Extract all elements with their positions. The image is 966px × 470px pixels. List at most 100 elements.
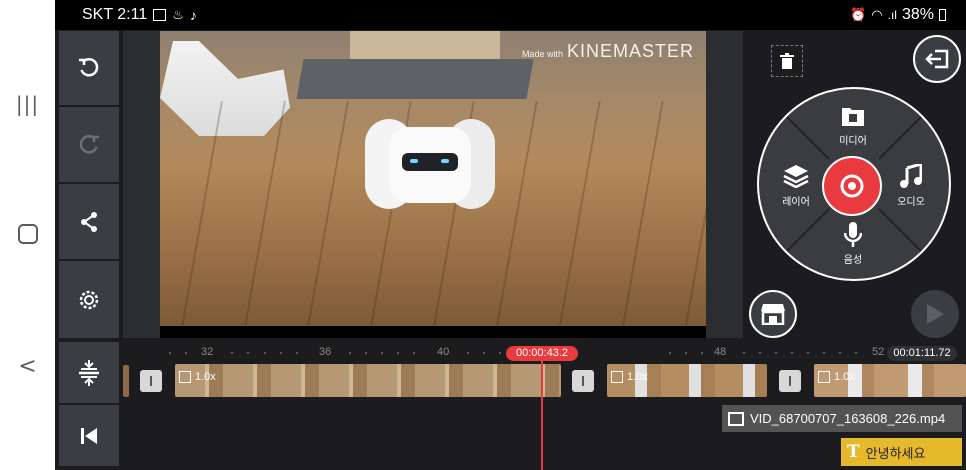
record-button[interactable]: [822, 156, 882, 216]
clip-speed-text: 1.0x: [627, 371, 648, 383]
battery-icon: [939, 9, 946, 21]
ruler-dot: [483, 352, 485, 354]
ruler-dot: [499, 352, 501, 354]
watermark-brand: KINEMASTER: [566, 41, 694, 61]
skip-to-start-button[interactable]: [59, 405, 119, 466]
settings-icon: [79, 290, 99, 309]
ruler-dot: [669, 352, 671, 354]
clip-speed-text: 1.0x: [834, 371, 855, 383]
tiktok-notification-icon: ♪: [189, 7, 197, 23]
undo-icon: [79, 58, 99, 77]
expand-icon: [79, 359, 99, 386]
text-icon: T: [847, 442, 860, 462]
media-icon: [842, 108, 864, 126]
ruler-dot: [413, 352, 415, 354]
exit-button[interactable]: [913, 35, 961, 83]
ruler-tick: 40: [437, 346, 450, 358]
video-preview[interactable]: Made with KINEMASTER: [160, 31, 706, 326]
ruler-tick: 52: [872, 346, 885, 358]
video-clip[interactable]: 1.0x: [814, 364, 966, 397]
layer-icon: [783, 165, 809, 188]
redo-button[interactable]: [59, 107, 119, 182]
layer-label: 레이어: [782, 197, 810, 208]
carrier-time: SKT 2:11: [82, 6, 148, 23]
playhead-time: 00:00:43.2: [506, 346, 578, 361]
wifi-icon: ◠: [871, 7, 883, 22]
ruler-dot: [231, 352, 233, 354]
transition-icon: [582, 376, 584, 386]
video-layer-clip[interactable]: VID_68700707_163608_226.mp4: [722, 405, 962, 432]
watermark-small: Made with: [521, 49, 563, 59]
kinemaster-watermark: Made with KINEMASTER: [522, 41, 694, 62]
ruler-tick: 36: [319, 346, 332, 358]
play-icon: [927, 304, 944, 324]
play-button[interactable]: [911, 290, 959, 338]
ruler-dot: [365, 352, 367, 354]
ruler-dot: [349, 352, 351, 354]
share-button[interactable]: [59, 184, 119, 259]
video-file-name: VID_68700707_163608_226.mp4: [750, 411, 946, 426]
media-button[interactable]: 미디어: [823, 104, 883, 148]
android-nav-bar: ||| <: [0, 0, 55, 470]
ruler-dot: [807, 352, 809, 354]
film-icon: [179, 371, 191, 383]
clip-speed-text: 1.0x: [195, 371, 216, 383]
voice-button[interactable]: 음성: [823, 222, 883, 266]
ruler-dot: [381, 352, 383, 354]
transition-button[interactable]: [779, 370, 801, 392]
battery-level: 38%: [901, 6, 934, 23]
ruler-dot: [397, 352, 399, 354]
ruler-dot: [685, 352, 687, 354]
layer-button[interactable]: 레이어: [766, 162, 826, 208]
settings-button[interactable]: [59, 261, 119, 338]
audio-icon: [900, 164, 922, 188]
status-bar: SKT 2:11 ♨ ♪ ⏰ ◠ .ıl 38%: [55, 0, 966, 30]
alarm-icon: ⏰: [850, 7, 867, 22]
text-layer-content: 안녕하세요: [865, 445, 926, 461]
clip-speed: 1.0x: [818, 371, 855, 383]
asset-store-button[interactable]: [749, 290, 797, 338]
share-icon: [81, 211, 97, 232]
ruler-dot: [264, 352, 266, 354]
app-notification-icon: ♨: [172, 7, 184, 22]
clip-start-edge: [123, 365, 129, 397]
video-clip[interactable]: 1.0x: [175, 364, 561, 397]
film-icon: [818, 371, 830, 383]
total-duration: 00:01:11.72: [887, 346, 957, 361]
skip-start-icon: [81, 427, 97, 444]
audio-label: 오디오: [897, 197, 925, 208]
transition-icon: [789, 376, 791, 386]
back-button[interactable]: <: [0, 354, 55, 379]
home-button[interactable]: [0, 224, 55, 248]
home-icon: [17, 224, 38, 244]
app-screen: SKT 2:11 ♨ ♪ ⏰ ◠ .ıl 38% Made with KINEM…: [55, 0, 966, 470]
text-layer-clip[interactable]: T 안녕하세요: [841, 438, 962, 466]
ruler-dot: [247, 352, 249, 354]
expand-timeline-button[interactable]: [59, 342, 119, 403]
back-icon: <: [18, 354, 37, 379]
ruler-dot: [296, 352, 298, 354]
record-icon: [840, 174, 864, 198]
voice-label: 음성: [843, 255, 863, 266]
undo-button[interactable]: [59, 31, 119, 105]
audio-button[interactable]: 오디오: [881, 162, 941, 208]
ruler-dot: [775, 352, 777, 354]
clip-speed: 1.0x: [179, 371, 216, 383]
delete-icon: [780, 53, 794, 69]
ruler-tick: 48: [714, 346, 727, 358]
rug: [296, 59, 534, 99]
ruler-dot: [701, 352, 703, 354]
recent-apps-button[interactable]: |||: [0, 92, 55, 116]
ruler-dot: [169, 352, 171, 354]
film-icon: [728, 411, 744, 426]
ruler-dot: [855, 352, 857, 354]
video-bottom-letterbox: [160, 326, 706, 338]
delete-button[interactable]: [771, 45, 803, 77]
voice-icon: [844, 222, 862, 247]
video-clip[interactable]: 1.0x: [607, 364, 767, 397]
transition-button[interactable]: [572, 370, 594, 392]
playhead[interactable]: [541, 347, 543, 470]
ruler-dot: [743, 352, 745, 354]
ruler-dot: [467, 352, 469, 354]
transition-button[interactable]: [140, 370, 162, 392]
